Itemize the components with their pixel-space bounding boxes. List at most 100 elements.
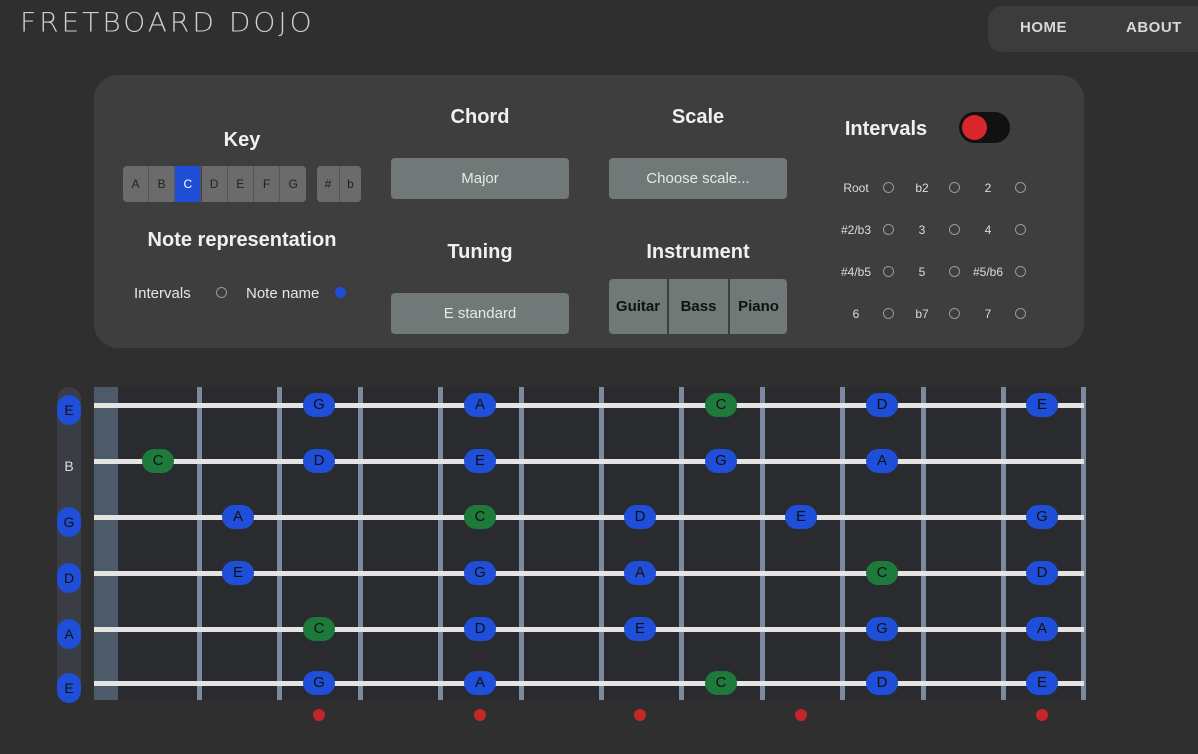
open-string-note[interactable]: A: [57, 619, 81, 649]
key-note-b[interactable]: B: [149, 166, 176, 202]
open-string-note[interactable]: D: [57, 563, 81, 593]
key-note-c[interactable]: C: [175, 166, 202, 202]
open-string-note[interactable]: E: [57, 673, 81, 703]
note-marker[interactable]: A: [222, 505, 254, 529]
interval-label: 2: [984, 181, 992, 195]
root-note-marker[interactable]: C: [464, 505, 496, 529]
fret-wire: [1081, 387, 1086, 700]
tuning-title: Tuning: [447, 241, 513, 263]
note-marker[interactable]: A: [866, 449, 898, 473]
note-marker[interactable]: E: [1026, 393, 1058, 417]
guitar-string: [94, 459, 1084, 464]
root-note-marker[interactable]: C: [705, 393, 737, 417]
key-note-g[interactable]: G: [280, 166, 307, 202]
note-marker[interactable]: D: [866, 393, 898, 417]
note-marker[interactable]: D: [464, 617, 496, 641]
interval-radio[interactable]: [883, 308, 894, 319]
note-marker[interactable]: A: [464, 671, 496, 695]
interval-radio[interactable]: [883, 266, 894, 277]
interval-radio[interactable]: [883, 182, 894, 193]
interval-radio[interactable]: [949, 308, 960, 319]
note-marker[interactable]: E: [785, 505, 817, 529]
guitar-string: [94, 627, 1084, 632]
note-marker[interactable]: E: [1026, 671, 1058, 695]
fret-inlay-dot: [313, 709, 325, 721]
instrument-guitar-button[interactable]: Guitar: [609, 279, 667, 334]
interval-radio[interactable]: [949, 224, 960, 235]
fret-wire: [519, 387, 524, 700]
interval-label: b7: [915, 307, 929, 321]
nut: [94, 387, 118, 700]
representation-notename-radio[interactable]: [335, 287, 346, 298]
tuning-select[interactable]: E standard: [391, 293, 569, 334]
fretboard: [94, 387, 1084, 700]
instrument-bass-button[interactable]: Bass: [669, 279, 728, 334]
open-string-note[interactable]: G: [57, 507, 81, 537]
interval-label: #4/b5: [840, 265, 872, 279]
note-marker[interactable]: G: [866, 617, 898, 641]
interval-radio[interactable]: [1015, 308, 1026, 319]
interval-radio[interactable]: [949, 182, 960, 193]
root-note-marker[interactable]: C: [705, 671, 737, 695]
fret-wire: [438, 387, 443, 700]
root-note-marker[interactable]: C: [142, 449, 174, 473]
note-marker[interactable]: E: [464, 449, 496, 473]
app-logo[interactable]: FRETBOARD DOJO: [20, 7, 315, 38]
fret-wire: [921, 387, 926, 700]
fret-wire: [679, 387, 684, 700]
open-strings-column: [57, 387, 81, 700]
fret-wire: [840, 387, 845, 700]
fret-inlay-dot: [634, 709, 646, 721]
interval-label: 6: [852, 307, 860, 321]
open-string-note[interactable]: E: [57, 395, 81, 425]
representation-intervals-label: Intervals: [134, 285, 191, 302]
note-marker[interactable]: D: [303, 449, 335, 473]
intervals-toggle[interactable]: [959, 112, 1010, 143]
note-marker[interactable]: D: [624, 505, 656, 529]
fret-wire: [760, 387, 765, 700]
fret-wire: [1001, 387, 1006, 700]
note-marker[interactable]: G: [303, 393, 335, 417]
chord-title: Chord: [450, 106, 510, 128]
key-note-a[interactable]: A: [123, 166, 149, 202]
fret-wire: [599, 387, 604, 700]
interval-label: 7: [984, 307, 992, 321]
key-note-f[interactable]: F: [254, 166, 280, 202]
note-marker[interactable]: G: [1026, 505, 1058, 529]
instrument-piano-button[interactable]: Piano: [730, 279, 787, 334]
guitar-string: [94, 681, 1084, 686]
key-note-d[interactable]: D: [201, 166, 228, 202]
interval-radio[interactable]: [883, 224, 894, 235]
chord-select[interactable]: Major: [391, 158, 569, 199]
nav-home[interactable]: HOME: [1020, 19, 1067, 36]
note-marker[interactable]: G: [464, 561, 496, 585]
interval-radio[interactable]: [1015, 266, 1026, 277]
note-marker[interactable]: A: [464, 393, 496, 417]
note-marker[interactable]: D: [866, 671, 898, 695]
interval-radio[interactable]: [1015, 224, 1026, 235]
fret-wire: [358, 387, 363, 700]
representation-intervals-radio[interactable]: [216, 287, 227, 298]
note-marker[interactable]: D: [1026, 561, 1058, 585]
note-marker[interactable]: E: [624, 617, 656, 641]
fret-inlay-dot: [474, 709, 486, 721]
note-marker[interactable]: G: [303, 671, 335, 695]
note-marker[interactable]: G: [705, 449, 737, 473]
root-note-marker[interactable]: C: [866, 561, 898, 585]
open-string-note[interactable]: B: [57, 451, 81, 481]
nav-about[interactable]: ABOUT: [1126, 19, 1182, 36]
interval-radio[interactable]: [949, 266, 960, 277]
note-marker[interactable]: A: [1026, 617, 1058, 641]
key-title: Key: [223, 129, 261, 151]
instrument-title: Instrument: [646, 241, 750, 263]
note-marker[interactable]: E: [222, 561, 254, 585]
sharp-button[interactable]: #: [317, 166, 340, 202]
flat-button[interactable]: b: [340, 166, 361, 202]
key-note-e[interactable]: E: [227, 166, 254, 202]
interval-label: b2: [915, 181, 929, 195]
interval-label: 4: [984, 223, 992, 237]
interval-radio[interactable]: [1015, 182, 1026, 193]
root-note-marker[interactable]: C: [303, 617, 335, 641]
scale-select[interactable]: Choose scale...: [609, 158, 787, 199]
note-marker[interactable]: A: [624, 561, 656, 585]
